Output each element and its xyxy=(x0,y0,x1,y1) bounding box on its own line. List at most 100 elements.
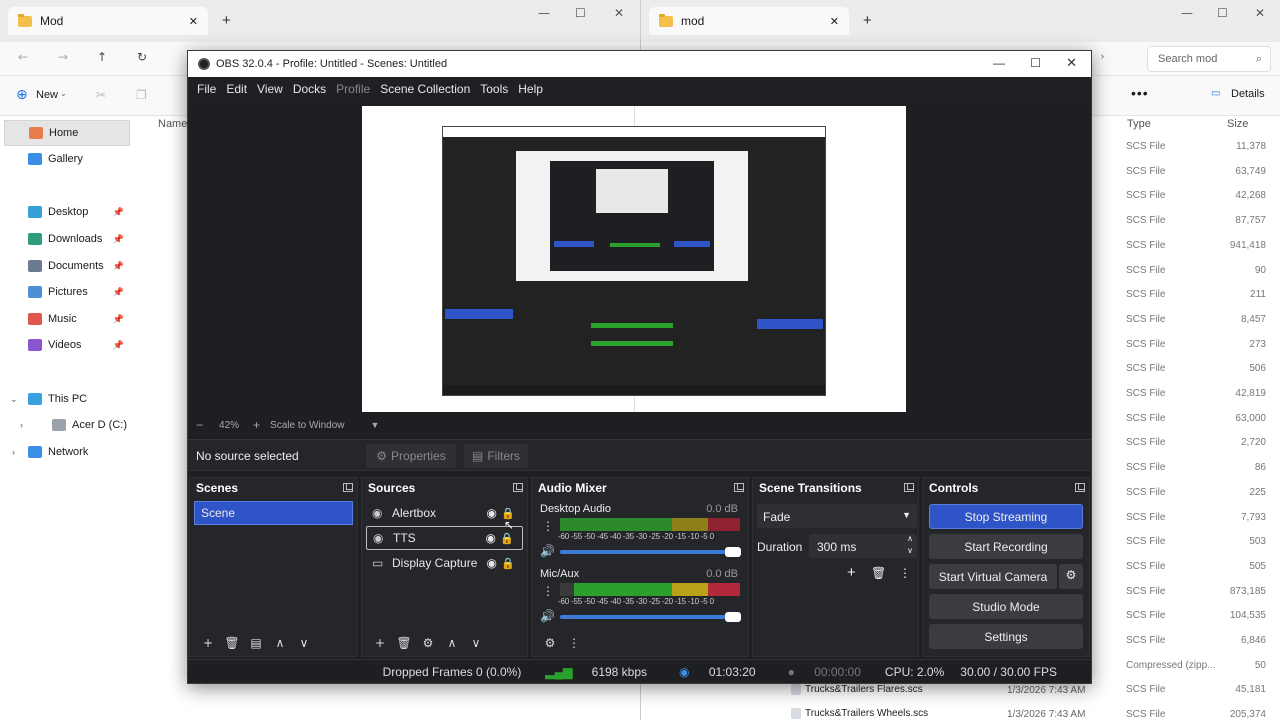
move-down-icon[interactable]: ∨ xyxy=(464,636,488,650)
new-tab-icon[interactable]: + xyxy=(863,12,872,29)
menu-view[interactable]: View xyxy=(252,82,288,96)
add-icon[interactable]: + xyxy=(847,564,856,581)
sidebar-item-gallery[interactable]: Gallery xyxy=(4,146,130,172)
source-item[interactable]: ▭ Display Capture ◉ 🔒 xyxy=(366,551,523,575)
scale-mode[interactable]: Scale to Window xyxy=(270,420,344,431)
undock-icon[interactable] xyxy=(513,483,523,492)
settings-button[interactable]: Settings xyxy=(929,624,1083,649)
sidebar-item-drive[interactable]: › Acer D (C:) xyxy=(4,412,130,438)
scene-item[interactable]: Scene xyxy=(194,501,353,525)
minimize-icon[interactable]: — xyxy=(993,56,1005,70)
close-tab-icon[interactable]: ✕ xyxy=(189,15,198,28)
chevron-down-icon[interactable]: ▼ xyxy=(371,420,380,430)
trash-icon[interactable]: 🗑 xyxy=(871,566,886,580)
undock-icon[interactable] xyxy=(904,483,914,492)
volume-slider-handle[interactable] xyxy=(725,547,741,557)
new-button[interactable]: New xyxy=(36,89,58,101)
sidebar-item-music[interactable]: Music 📌 xyxy=(4,306,130,332)
chevron-right-icon[interactable]: › xyxy=(12,447,15,457)
search-input[interactable]: Search mod ⌕ xyxy=(1147,46,1271,72)
sidebar-item-downloads[interactable]: Downloads 📌 xyxy=(4,226,130,252)
visibility-icon[interactable]: ◉ xyxy=(487,556,497,570)
properties-button[interactable]: ⚙ Properties xyxy=(366,444,456,468)
close-icon[interactable]: ✕ xyxy=(1255,6,1265,20)
kebab-menu-icon[interactable]: ⋮ xyxy=(562,636,586,650)
speaker-icon[interactable]: 🔊 xyxy=(540,609,555,623)
stop-streaming-button[interactable]: Stop Streaming xyxy=(929,504,1083,529)
up-icon[interactable]: ↑ xyxy=(97,50,107,64)
filter-icon[interactable]: ▤ xyxy=(244,636,268,650)
start-virtual-camera-button[interactable]: Start Virtual Camera xyxy=(929,564,1057,589)
copy-icon[interactable]: ❐ xyxy=(136,88,147,102)
new-tab-icon[interactable]: + xyxy=(222,12,231,29)
undock-icon[interactable] xyxy=(734,483,744,492)
volume-slider-handle[interactable] xyxy=(725,612,741,622)
zoom-in-icon[interactable]: + xyxy=(253,418,260,432)
list-item[interactable]: Trucks&Trailers Flares.scs xyxy=(791,684,923,695)
sidebar-item-network[interactable]: › Network xyxy=(4,439,130,465)
volume-slider[interactable] xyxy=(560,615,740,619)
chevron-right-icon[interactable]: › xyxy=(1101,51,1104,61)
explorer-tab[interactable]: Mod ✕ xyxy=(8,7,208,35)
move-up-icon[interactable]: ∧ xyxy=(268,636,292,650)
list-item[interactable]: Trucks&Trailers Wheels.scs xyxy=(791,708,928,719)
refresh-icon[interactable]: ↻ xyxy=(137,50,147,64)
add-icon[interactable]: + xyxy=(368,636,392,650)
close-icon[interactable]: ✕ xyxy=(614,6,624,20)
menu-scene-collection[interactable]: Scene Collection xyxy=(375,82,475,96)
kebab-menu-icon[interactable]: ⋮ xyxy=(542,584,554,598)
lock-icon[interactable]: 🔒 xyxy=(500,532,514,545)
trash-icon[interactable]: 🗑 xyxy=(220,636,244,650)
advanced-audio-icon[interactable]: ⚙ xyxy=(538,636,562,650)
stepper-up-icon[interactable]: ∧ xyxy=(907,534,913,543)
lock-icon[interactable]: 🔒 xyxy=(501,557,515,570)
kebab-menu-icon[interactable]: ⋮ xyxy=(899,566,911,580)
more-icon[interactable]: ••• xyxy=(1131,85,1149,101)
undock-icon[interactable] xyxy=(343,483,353,492)
menu-profile[interactable]: Profile xyxy=(331,82,375,96)
studio-mode-button[interactable]: Studio Mode xyxy=(929,594,1083,619)
close-icon[interactable]: ✕ xyxy=(1066,56,1077,71)
sidebar-item-documents[interactable]: Documents 📌 xyxy=(4,253,130,279)
back-icon[interactable]: ← xyxy=(18,50,28,64)
volume-slider[interactable] xyxy=(560,550,740,554)
cut-icon[interactable]: ✂ xyxy=(96,88,106,102)
gear-icon[interactable]: ⚙ xyxy=(416,636,440,650)
sidebar-item-desktop[interactable]: Desktop 📌 xyxy=(4,199,130,225)
column-header-type[interactable]: Type xyxy=(1127,118,1151,130)
start-recording-button[interactable]: Start Recording xyxy=(929,534,1083,559)
column-header-size[interactable]: Size xyxy=(1227,118,1248,130)
minimize-icon[interactable]: — xyxy=(538,6,550,20)
virtual-camera-settings-icon[interactable]: ⚙ xyxy=(1059,564,1083,589)
transition-select[interactable]: Fade ▼ xyxy=(757,504,917,528)
chevron-right-icon[interactable]: › xyxy=(20,420,23,430)
column-header-name[interactable]: Name xyxy=(158,118,187,130)
sidebar-item-this-pc[interactable]: ⌄ This PC xyxy=(4,386,130,412)
minimize-icon[interactable]: — xyxy=(1181,6,1193,20)
source-item[interactable]: ◉ Alertbox ◉ 🔒 xyxy=(366,501,523,525)
zoom-out-icon[interactable]: − xyxy=(196,418,203,432)
visibility-icon[interactable]: ◉ xyxy=(486,531,496,545)
maximize-icon[interactable]: ☐ xyxy=(1030,56,1041,70)
filters-button[interactable]: ▤ Filters xyxy=(464,444,528,468)
kebab-menu-icon[interactable]: ⋮ xyxy=(542,519,554,533)
add-icon[interactable]: + xyxy=(196,636,220,650)
duration-stepper[interactable]: 300 ms ∧ ∨ xyxy=(809,534,917,558)
forward-icon[interactable]: → xyxy=(58,50,68,64)
trash-icon[interactable]: 🗑 xyxy=(392,636,416,650)
move-up-icon[interactable]: ∧ xyxy=(440,636,464,650)
sidebar-item-home[interactable]: Home xyxy=(4,120,130,146)
menu-tools[interactable]: Tools xyxy=(475,82,513,96)
source-item[interactable]: ◉ TTS ◉ 🔒 xyxy=(366,526,523,550)
undock-icon[interactable] xyxy=(1075,483,1085,492)
preview-canvas[interactable] xyxy=(362,106,906,412)
menu-help[interactable]: Help xyxy=(513,82,548,96)
visibility-icon[interactable]: ◉ xyxy=(487,506,497,520)
maximize-icon[interactable]: ☐ xyxy=(1217,6,1228,20)
stepper-down-icon[interactable]: ∨ xyxy=(907,546,913,555)
explorer-tab[interactable]: mod ✕ xyxy=(649,7,849,35)
maximize-icon[interactable]: ☐ xyxy=(575,6,586,20)
menu-file[interactable]: File xyxy=(192,82,221,96)
details-button[interactable]: Details xyxy=(1231,88,1265,100)
sidebar-item-videos[interactable]: Videos 📌 xyxy=(4,332,130,358)
